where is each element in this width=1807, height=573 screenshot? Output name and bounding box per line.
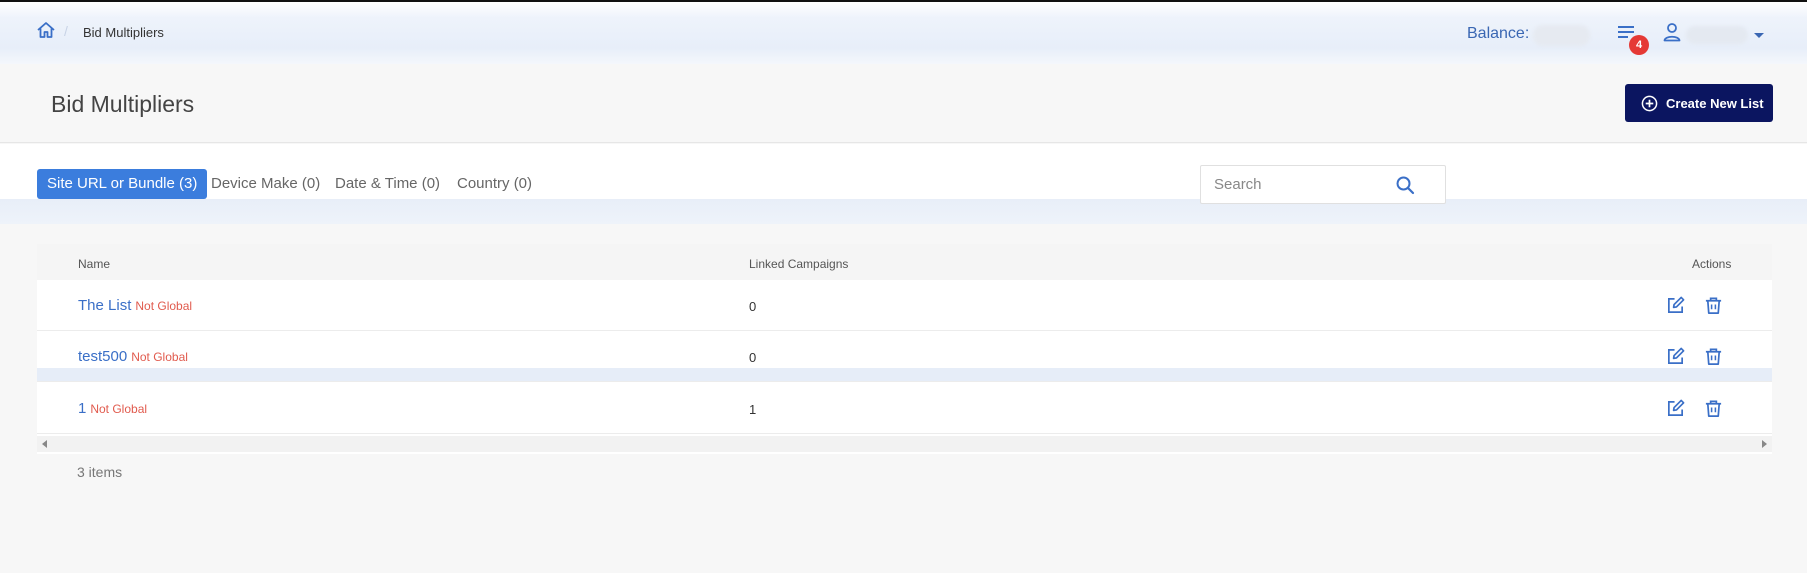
tab-date-time[interactable]: Date & Time (0) [335, 169, 440, 199]
row-separator-band [37, 368, 1772, 381]
trash-icon[interactable] [1704, 347, 1723, 366]
create-new-list-button[interactable]: Create New List [1625, 84, 1773, 122]
chevron-down-icon[interactable] [1754, 33, 1764, 38]
search-input[interactable] [1202, 167, 1382, 202]
table-row: 1 Not Global 1 [37, 383, 1772, 434]
scroll-right-icon[interactable] [1762, 440, 1767, 448]
edit-icon[interactable] [1666, 296, 1685, 315]
plus-circle-icon [1641, 95, 1658, 111]
table-header: Name Linked Campaigns Actions [37, 244, 1772, 280]
username-redacted[interactable] [1686, 26, 1748, 44]
column-header-actions: Actions [1692, 257, 1732, 271]
notification-badge[interactable]: 4 [1629, 35, 1649, 55]
column-header-linked-campaigns[interactable]: Linked Campaigns [749, 257, 848, 271]
linked-campaigns-value: 0 [749, 350, 757, 365]
balance-value-redacted [1533, 25, 1590, 46]
trash-icon[interactable] [1704, 296, 1723, 315]
linked-campaigns-value: 0 [749, 299, 757, 314]
search-icon[interactable] [1395, 175, 1415, 195]
home-icon[interactable] [36, 20, 56, 40]
breadcrumb-separator: / [64, 23, 68, 39]
items-count: 3 items [77, 464, 123, 480]
scope-label: Not Global [90, 402, 148, 416]
bid-multipliers-table: Name Linked Campaigns Actions The List No… [37, 244, 1772, 454]
tabs-bar-underlay [0, 199, 1807, 224]
tab-device-make[interactable]: Device Make (0) [211, 169, 320, 199]
table-row: The List Not Global 0 [37, 280, 1772, 331]
edit-icon[interactable] [1666, 347, 1685, 366]
search-box [1200, 165, 1446, 204]
list-name-link[interactable]: test500 Not Global [78, 348, 188, 365]
horizontal-scrollbar[interactable] [37, 436, 1772, 452]
column-header-name[interactable]: Name [78, 257, 110, 271]
edit-icon[interactable] [1666, 399, 1685, 418]
page-title: Bid Multipliers [51, 91, 195, 117]
list-name-link[interactable]: The List Not Global [78, 297, 192, 314]
page-header: Bid Multipliers Create New List [0, 64, 1807, 143]
scope-label: Not Global [135, 299, 193, 313]
top-bar: / Bid Multipliers Balance: 4 [0, 2, 1807, 64]
user-icon[interactable] [1663, 22, 1681, 42]
tab-site-url-or-bundle[interactable]: Site URL or Bundle (3) [37, 169, 208, 199]
scope-label: Not Global [131, 350, 188, 364]
create-new-list-label: Create New List [1666, 95, 1764, 111]
list-name-link[interactable]: 1 Not Global [78, 400, 147, 417]
linked-campaigns-value: 1 [749, 402, 757, 417]
tab-country[interactable]: Country (0) [457, 169, 532, 199]
scroll-left-icon[interactable] [42, 440, 47, 448]
balance-label: Balance: [1467, 25, 1530, 42]
trash-icon[interactable] [1704, 399, 1723, 418]
breadcrumb-current: Bid Multipliers [83, 25, 164, 40]
